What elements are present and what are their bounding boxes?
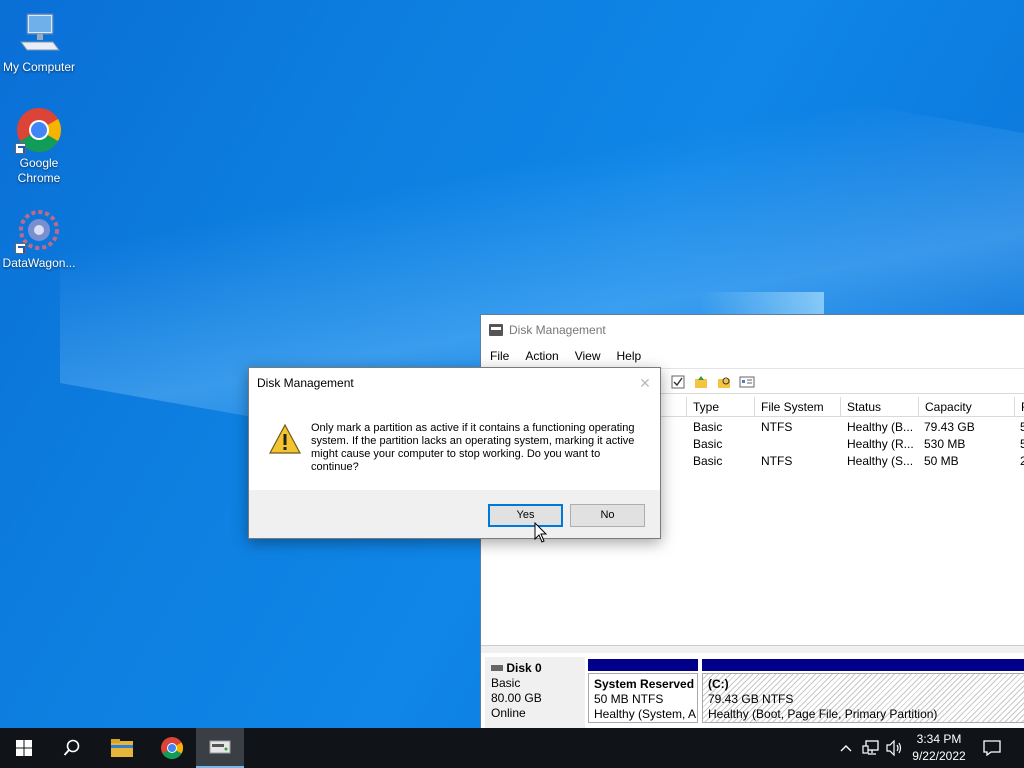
disk-management-icon — [209, 740, 231, 754]
mouse-cursor-icon — [534, 522, 548, 543]
no-button[interactable]: No — [570, 504, 645, 527]
volume-free: 5 — [1020, 420, 1024, 434]
column-status[interactable]: Status — [840, 397, 918, 417]
volume-status: Healthy (B... — [847, 420, 914, 434]
column-capacity[interactable]: Capacity — [918, 397, 1014, 417]
disk-management-icon — [489, 323, 503, 336]
volume-capacity: 50 MB — [924, 454, 959, 468]
menu-bar: File Action View Help — [481, 344, 1024, 368]
properties-icon[interactable] — [739, 375, 755, 389]
computer-icon — [15, 10, 63, 58]
desktop-icon-label: My Computer — [2, 60, 76, 74]
partition-name: (C:) — [708, 677, 729, 691]
network-icon — [862, 740, 879, 755]
notification-icon — [983, 740, 1001, 756]
taskbar-clock[interactable]: 3:34 PM 9/22/2022 — [900, 731, 978, 765]
show-hidden-icons[interactable] — [836, 728, 856, 768]
chrome-icon — [161, 737, 183, 759]
column-free-space[interactable]: F — [1014, 397, 1024, 417]
window-titlebar[interactable]: Disk Management — [481, 315, 1024, 344]
search-icon — [63, 739, 80, 756]
desktop-icon-datawagon[interactable]: DataWagon... — [0, 206, 78, 271]
datawagon-icon — [15, 206, 63, 254]
clock-time: 3:34 PM — [916, 732, 962, 746]
network-status[interactable] — [860, 728, 882, 768]
windows-logo-icon — [16, 740, 32, 756]
partition-status: Healthy (Boot, Page File, Primary Partit… — [708, 707, 938, 721]
confirm-dialog[interactable]: Disk Management ✕ Only mark a partition … — [248, 367, 661, 539]
desktop-icon-label: Google Chrome — [17, 156, 61, 185]
dialog-message: Only mark a partition as active if it co… — [311, 422, 635, 473]
dialog-title: Disk Management — [257, 376, 354, 390]
dialog-titlebar[interactable]: Disk Management ✕ — [249, 368, 660, 398]
disk-size: 80.00 GB — [491, 691, 542, 705]
volume-fs: NTFS — [761, 420, 793, 434]
taskbar-file-explorer[interactable] — [98, 728, 146, 768]
chevron-up-icon — [840, 745, 852, 752]
taskbar-disk-management[interactable] — [196, 728, 244, 768]
volume-free: 2 — [1020, 454, 1024, 468]
volume-status: Healthy (R... — [847, 437, 914, 451]
volume-type: Basic — [693, 454, 723, 468]
shortcut-arrow-icon — [15, 243, 26, 254]
pane-splitter[interactable] — [481, 645, 1024, 653]
menu-file[interactable]: File — [490, 349, 509, 363]
taskbar-chrome[interactable] — [148, 728, 196, 768]
disk-state: Online — [491, 706, 526, 720]
partition-size: 50 MB NTFS — [594, 692, 664, 706]
start-button[interactable] — [0, 728, 48, 768]
yes-button[interactable]: Yes — [488, 504, 563, 527]
desktop-icon-my-computer[interactable]: My Computer — [0, 10, 78, 75]
partition-size: 79.43 GB NTFS — [708, 692, 794, 706]
desktop-icon-label: DataWagon... — [2, 256, 76, 270]
window-title: Disk Management — [509, 322, 606, 337]
folder-search-icon[interactable] — [717, 375, 731, 389]
taskbar: 3:34 PM 9/22/2022 — [0, 728, 1024, 768]
disk-name: Disk 0 — [506, 661, 542, 675]
partition-system-reserved[interactable]: System Reserved 50 MB NTFS Healthy (Syst… — [588, 673, 698, 723]
volume-type: Basic — [693, 437, 723, 451]
disk-icon — [491, 665, 503, 671]
check-icon[interactable] — [671, 375, 685, 389]
column-file-system[interactable]: File System — [754, 397, 840, 417]
shortcut-arrow-icon — [15, 143, 26, 154]
volume-status: Healthy (S... — [847, 454, 914, 468]
warning-icon — [269, 424, 301, 454]
desktop-icon-google-chrome[interactable]: Google Chrome — [0, 106, 78, 186]
menu-view[interactable]: View — [575, 349, 601, 363]
volume-fs: NTFS — [761, 454, 793, 468]
partition-c-drive[interactable]: (C:) 79.43 GB NTFS Healthy (Boot, Page F… — [702, 673, 1024, 723]
clock-date: 9/22/2022 — [912, 749, 966, 763]
disk-0-info[interactable]: Disk 0 Basic 80.00 GB Online — [485, 657, 585, 729]
close-icon[interactable]: ✕ — [638, 376, 652, 390]
folder-up-icon[interactable] — [694, 375, 708, 389]
action-center[interactable] — [980, 728, 1004, 768]
volume-free: 5 — [1020, 437, 1024, 451]
column-type[interactable]: Type — [686, 397, 754, 417]
partition-name: System Reserved — [594, 677, 695, 691]
volume-capacity: 530 MB — [924, 437, 966, 451]
partition-header-bar — [702, 659, 1024, 671]
menu-help[interactable]: Help — [617, 349, 642, 363]
disk-type: Basic — [491, 676, 521, 690]
search-button[interactable] — [48, 728, 96, 768]
partition-status: Healthy (System, A — [594, 707, 697, 721]
folder-icon — [111, 739, 133, 757]
menu-action[interactable]: Action — [525, 349, 558, 363]
partition-header-bar — [588, 659, 698, 671]
volume-type: Basic — [693, 420, 723, 434]
volume-capacity: 79.43 GB — [924, 420, 975, 434]
chrome-icon — [15, 106, 63, 154]
